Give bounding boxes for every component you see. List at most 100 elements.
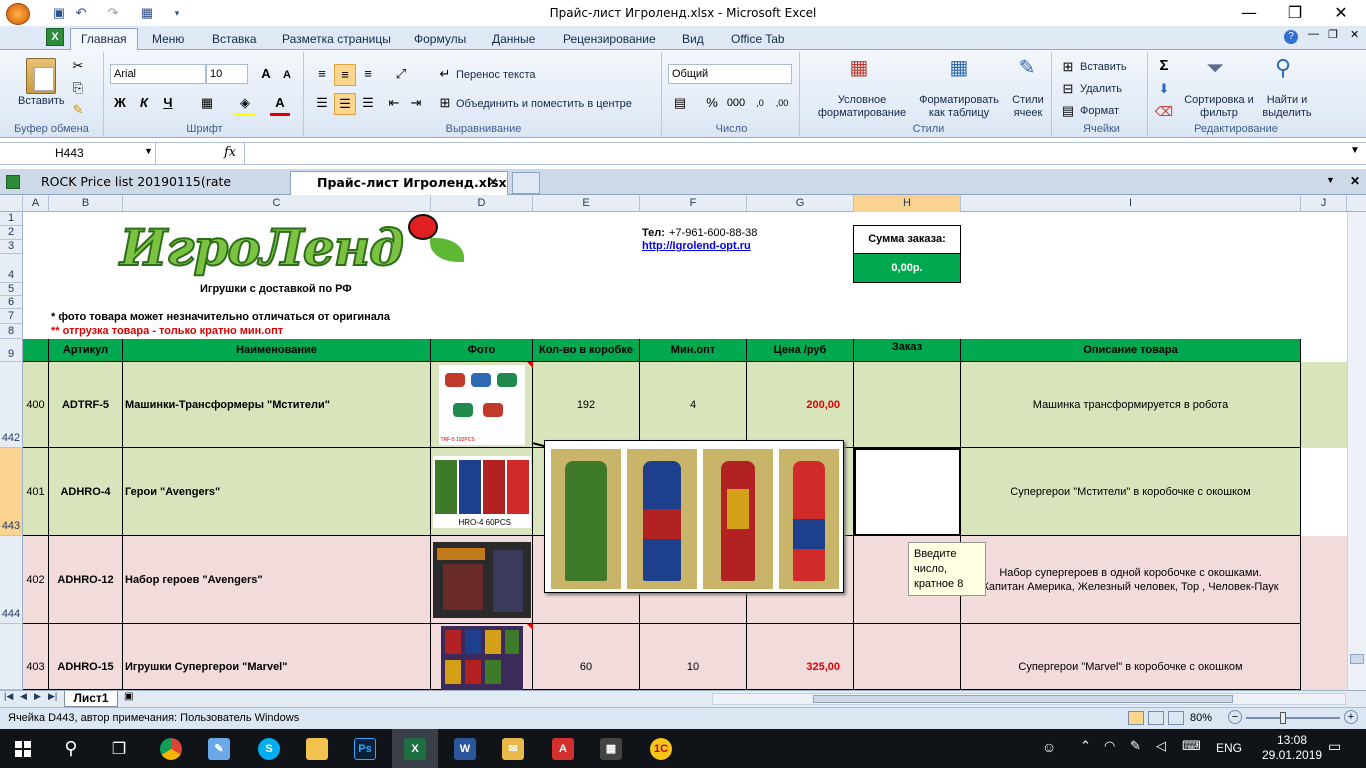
formula-input[interactable] xyxy=(244,143,1348,164)
vertical-scrollbar[interactable] xyxy=(1347,212,1366,690)
row-header-4[interactable]: 4 xyxy=(0,254,23,283)
format-painter-icon[interactable]: ✎ xyxy=(68,100,88,120)
paste-button[interactable]: Вставить xyxy=(18,95,65,107)
thousands-button[interactable]: 000 xyxy=(724,93,748,113)
find-select-button[interactable]: Найти и выделить xyxy=(1256,94,1318,120)
select-all-corner[interactable] xyxy=(0,195,23,212)
fill-color-icon[interactable]: ◈ xyxy=(234,93,256,116)
currency-icon[interactable]: ▤ xyxy=(668,93,692,113)
row-header-8[interactable]: 8 xyxy=(0,324,23,339)
normal-view-icon[interactable] xyxy=(1128,711,1144,725)
zoom-level[interactable]: 80% xyxy=(1190,712,1212,724)
people-icon[interactable]: ☺ xyxy=(1042,739,1056,755)
ribbon-minimize-icon[interactable]: — xyxy=(1308,28,1319,40)
horizontal-scrollbar[interactable] xyxy=(712,693,1346,705)
page-layout-view-icon[interactable] xyxy=(1148,711,1164,725)
cut-icon[interactable]: ✂ xyxy=(68,56,88,76)
col-d[interactable]: D xyxy=(431,195,533,212)
task-view-icon[interactable]: ❐ xyxy=(96,729,142,768)
row-header-1[interactable]: 1 xyxy=(0,212,23,226)
sort-filter-icon[interactable]: ⏷ xyxy=(1200,57,1230,88)
pen-icon[interactable]: ✎ xyxy=(1130,738,1141,754)
clear-icon[interactable]: ⌫ xyxy=(1154,102,1174,122)
mail-icon[interactable]: ✉ xyxy=(490,729,536,768)
bold-button[interactable]: Ж xyxy=(110,93,130,113)
tray-chevron-icon[interactable]: ⌃ xyxy=(1080,738,1091,754)
tab-insert[interactable]: Вставка xyxy=(210,29,259,50)
underline-button[interactable]: Ч xyxy=(158,93,178,113)
chrome-icon[interactable] xyxy=(148,729,194,768)
col-g[interactable]: G xyxy=(747,195,854,212)
number-format-select[interactable]: Общий xyxy=(668,64,792,84)
col-i[interactable]: I xyxy=(961,195,1301,212)
cell-description[interactable]: Набор супергероев в одной коробочке с ок… xyxy=(961,536,1301,624)
row-header-2[interactable]: 2 xyxy=(0,226,23,240)
increase-indent-icon[interactable]: ⇥ xyxy=(406,93,426,113)
sort-filter-button[interactable]: Сортировка и фильтр xyxy=(1184,94,1254,120)
align-middle-icon[interactable]: ≡ xyxy=(334,64,356,86)
photo-comment-popup[interactable] xyxy=(544,440,844,593)
volume-icon[interactable]: ◁ xyxy=(1156,738,1166,754)
zoom-slider[interactable] xyxy=(1246,712,1340,724)
prev-sheet-icon[interactable]: ◀ xyxy=(20,691,27,702)
cell-sku[interactable]: ADTRF-5 xyxy=(49,362,123,448)
doc-tab-igrolend[interactable]: Прайс-лист Игроленд.xlsx xyxy=(290,171,508,195)
clock-time[interactable]: 13:08 xyxy=(1262,733,1322,747)
first-sheet-icon[interactable]: |◀ xyxy=(4,691,13,702)
row-header-9[interactable]: 9 xyxy=(0,339,23,362)
copy-icon[interactable]: ⎘ xyxy=(68,78,88,98)
name-box[interactable]: H443 xyxy=(0,143,156,164)
clock-date[interactable]: 29.01.2019 xyxy=(1262,748,1322,762)
cell-order[interactable] xyxy=(854,362,961,448)
orientation-icon[interactable]: ⤢ xyxy=(388,64,414,84)
zoom-out-icon[interactable]: − xyxy=(1228,710,1242,724)
cell-sku[interactable]: ADHRO-4 xyxy=(49,448,123,536)
network-icon[interactable]: ◠ xyxy=(1104,738,1115,754)
language-indicator[interactable]: ENG xyxy=(1216,741,1242,755)
find-select-icon[interactable]: ⚲ xyxy=(1268,57,1298,88)
name-box-dropdown-icon[interactable]: ▼ xyxy=(144,146,153,156)
cell-name[interactable]: Набор героев "Avengers" xyxy=(123,536,431,624)
cell-order-selected[interactable] xyxy=(854,448,961,536)
tab-formulas[interactable]: Формулы xyxy=(412,29,468,50)
1c-icon[interactable]: 1C xyxy=(638,729,684,768)
help-icon[interactable]: ? xyxy=(1284,30,1298,44)
word-icon[interactable]: W xyxy=(442,729,488,768)
pdf-icon[interactable]: A xyxy=(540,729,586,768)
increase-decimal-icon[interactable]: ,0 xyxy=(750,93,770,113)
row-header-443[interactable]: 443 xyxy=(0,448,23,536)
col-c[interactable]: C xyxy=(123,195,431,212)
wrap-text-button[interactable]: Перенос текста xyxy=(456,69,536,81)
cell-index[interactable]: 402 xyxy=(23,536,49,624)
cell-sku[interactable]: ADHRO-12 xyxy=(49,536,123,624)
ribbon-restore-icon[interactable]: ❐ xyxy=(1328,28,1338,41)
paste-icon[interactable] xyxy=(26,58,56,94)
tab-menu[interactable]: Меню xyxy=(150,29,186,50)
cell-j[interactable] xyxy=(1301,536,1347,624)
cell-sku[interactable]: ADHRO-15 xyxy=(49,624,123,690)
cell-j[interactable] xyxy=(1301,448,1347,536)
format-table-icon[interactable]: ▦ xyxy=(944,58,974,88)
tab-view[interactable]: Вид xyxy=(680,29,706,50)
col-a[interactable]: A xyxy=(23,195,49,212)
search-icon[interactable]: ⚲ xyxy=(48,729,94,768)
page-break-view-icon[interactable] xyxy=(1168,711,1184,725)
cell-index[interactable]: 403 xyxy=(23,624,49,690)
cell-photo[interactable] xyxy=(431,536,533,624)
align-center-icon[interactable]: ☰ xyxy=(334,93,356,115)
cell-box-qty[interactable]: 60 xyxy=(533,624,640,690)
cell-styles-icon[interactable]: ✎ xyxy=(1012,58,1042,88)
delete-cells-button[interactable]: Удалить xyxy=(1080,83,1122,95)
close-button[interactable]: ✕ xyxy=(1318,0,1364,26)
font-name-select[interactable]: Arial xyxy=(110,64,206,84)
cell-j[interactable] xyxy=(1301,362,1347,448)
row-header-7[interactable]: 7 xyxy=(0,309,23,324)
grow-font-icon[interactable]: A xyxy=(256,64,276,84)
paint-icon[interactable]: ✎ xyxy=(196,729,242,768)
col-h[interactable]: H xyxy=(854,195,961,212)
close-doc-tab-icon[interactable]: ✕ xyxy=(488,175,498,189)
italic-button[interactable]: К xyxy=(134,93,154,113)
font-color-icon[interactable]: A xyxy=(270,93,290,116)
notifications-icon[interactable]: ▭ xyxy=(1328,738,1341,755)
next-sheet-icon[interactable]: ▶ xyxy=(34,691,41,702)
